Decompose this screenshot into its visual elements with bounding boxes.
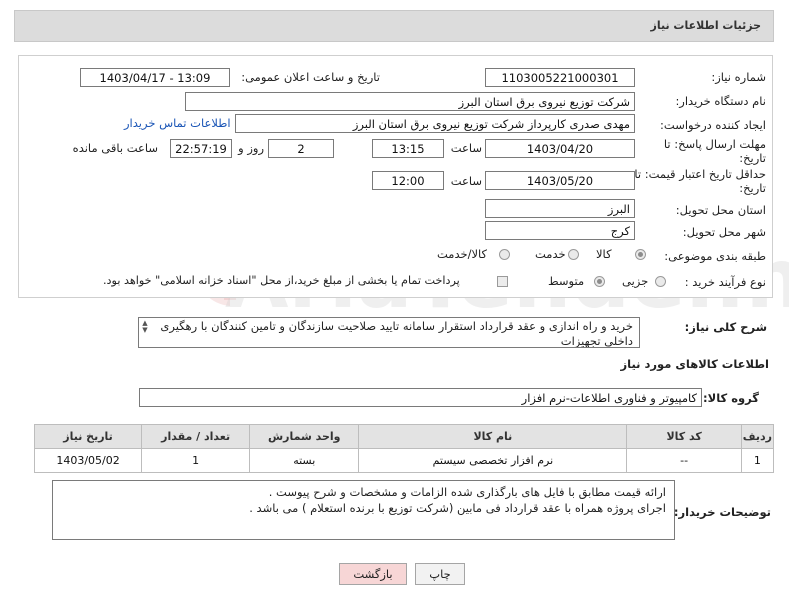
need-number-label: شماره نیاز:: [711, 70, 766, 84]
price-validity-time-label: ساعت: [450, 174, 482, 188]
price-validity-label-date: تاریخ:: [739, 181, 766, 195]
category-radio-service[interactable]: [568, 249, 579, 260]
table-row[interactable]: 1 -- نرم افزار تخصصی سیستم بسته 1 1403/0…: [33, 448, 775, 473]
reply-time-label: ساعت: [450, 141, 482, 155]
remaining-time-field[interactable]: 22:57:19: [170, 139, 232, 158]
purchase-radio-minor[interactable]: [655, 276, 666, 287]
price-validity-date-field[interactable]: 1403/05/20: [485, 171, 635, 190]
requester-field[interactable]: مهدی صدری کارپرداز شرکت توزیع نیروی برق …: [235, 114, 635, 133]
need-number-field[interactable]: 1103005221000301: [485, 68, 635, 87]
price-validity-time-field[interactable]: 12:00: [372, 171, 444, 190]
general-description-text: خرید و راه اندازی و عقد قرارداد استقرار …: [160, 319, 633, 348]
reply-date-field[interactable]: 1403/04/20: [485, 139, 635, 158]
col-name-header: نام کالا: [358, 424, 628, 449]
category-option-service: خدمت: [535, 247, 566, 261]
cell-name: نرم افزار تخصصی سیستم: [358, 448, 628, 473]
category-option-goods: کالا: [596, 247, 612, 261]
col-unit-header: واحد شمارش: [249, 424, 360, 449]
delivery-city-field[interactable]: کرج: [485, 221, 635, 240]
goods-section-title: اطلاعات کالاهای مورد نیاز: [620, 357, 769, 371]
price-validity-label: حداقل تاریخ اعتبار قیمت: تا: [634, 167, 766, 181]
buyer-notes-line-2: اجرای پروژه همراه با عقد قرارداد فی مابی…: [249, 501, 666, 515]
cell-row: 1: [740, 448, 775, 473]
print-button[interactable]: چاپ: [415, 563, 465, 585]
reply-days-label: روز و: [238, 141, 264, 155]
announce-datetime-label: تاریخ و ساعت اعلان عمومی:: [241, 70, 380, 84]
description-scroll-arrows[interactable]: ▲ ▼: [140, 320, 150, 334]
purchase-type-label: نوع فرآیند خرید :: [684, 275, 766, 289]
buyer-contact-link[interactable]: اطلاعات تماس خریدار: [124, 116, 231, 130]
goods-group-field[interactable]: کامپیوتر و فناوری اطلاعات-نرم افزار: [139, 388, 702, 407]
cell-code: --: [626, 448, 742, 473]
requester-label: ایجاد کننده درخواست:: [660, 118, 766, 132]
reply-deadline-label: مهلت ارسال پاسخ: تا: [663, 137, 766, 151]
back-button[interactable]: بازگشت: [339, 563, 407, 585]
general-description-field[interactable]: خرید و راه اندازی و عقد قرارداد استقرار …: [138, 317, 640, 348]
goods-group-label: گروه کالا:: [703, 391, 759, 405]
treasury-checkbox[interactable]: [497, 276, 508, 287]
col-date-header: تاریخ نیاز: [33, 424, 143, 449]
category-radio-goods-service[interactable]: [499, 249, 510, 260]
col-row-header: ردیف: [740, 424, 775, 449]
buyer-org-field[interactable]: شرکت توزیع نیروی برق استان البرز: [185, 92, 635, 111]
general-description-label: شرح کلی نیاز:: [684, 320, 767, 334]
page-title: جزئیات اطلاعات نیاز: [650, 19, 762, 32]
panel-header: جزئیات اطلاعات نیاز: [14, 10, 774, 42]
reply-time-field[interactable]: 13:15: [372, 139, 444, 158]
announce-datetime-field[interactable]: 1403/04/17 - 13:09: [80, 68, 230, 87]
reply-days-field[interactable]: 2: [268, 139, 334, 158]
col-qty-header: تعداد / مقدار: [141, 424, 251, 449]
buyer-notes-line-1: ارائه قیمت مطابق با فایل های بارگذاری شد…: [268, 485, 666, 499]
purchase-radio-medium[interactable]: [594, 276, 605, 287]
delivery-province-field[interactable]: البرز: [485, 199, 635, 218]
buyer-notes-label: توضیحات خریدار:: [673, 505, 771, 519]
items-table: ردیف کد کالا نام کالا واحد شمارش تعداد /…: [33, 424, 775, 473]
reply-deadline-label-date: تاریخ:: [739, 151, 766, 165]
cell-date: 1403/05/02: [33, 448, 143, 473]
category-option-goods-service: کالا/خدمت: [437, 247, 488, 261]
category-label: طبقه بندی موضوعی:: [664, 249, 766, 263]
scroll-down-icon[interactable]: ▼: [140, 327, 150, 334]
buyer-notes-field[interactable]: ارائه قیمت مطابق با فایل های بارگذاری شد…: [52, 480, 675, 540]
cell-qty: 1: [141, 448, 251, 473]
col-code-header: کد کالا: [626, 424, 742, 449]
treasury-note: پرداخت تمام یا بخشی از مبلغ خرید،از محل …: [103, 274, 460, 287]
buyer-org-label: نام دستگاه خریدار:: [675, 94, 766, 108]
category-radio-goods[interactable]: [635, 249, 646, 260]
remaining-time-label: ساعت باقی مانده: [72, 141, 158, 155]
purchase-option-medium: متوسط: [548, 274, 585, 288]
delivery-province-label: استان محل تحویل:: [675, 203, 766, 217]
purchase-option-minor: جزیی: [622, 274, 649, 288]
cell-unit: بسته: [249, 448, 360, 473]
table-header-row: ردیف کد کالا نام کالا واحد شمارش تعداد /…: [33, 424, 775, 449]
delivery-city-label: شهر محل تحویل:: [682, 225, 766, 239]
